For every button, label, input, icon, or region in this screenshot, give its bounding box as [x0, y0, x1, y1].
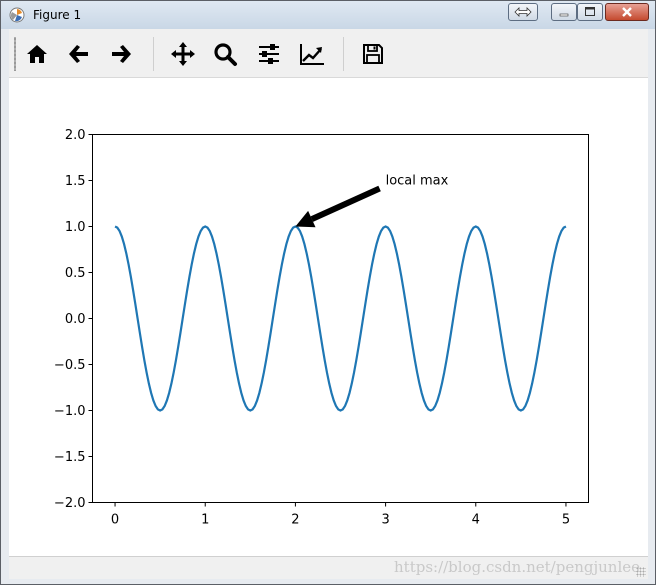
restore-size-button[interactable] — [508, 3, 538, 21]
axes-frame — [92, 134, 589, 503]
sliders-icon — [259, 44, 279, 64]
minimize-icon — [559, 13, 569, 17]
home-icon — [27, 45, 47, 63]
close-button[interactable] — [605, 3, 649, 21]
toolbar-separator — [153, 37, 154, 71]
figure-window: Figure 1 2.0 1.5 1.0 0.5 0.0 −0.5 −1.0 −… — [0, 0, 656, 585]
minimize-button[interactable] — [551, 3, 577, 21]
double-arrow-icon — [514, 7, 532, 17]
y-tick-label: 1.0 — [65, 220, 86, 235]
toolbar-grip[interactable] — [14, 37, 16, 71]
maximize-icon — [585, 7, 595, 16]
pan-button[interactable] — [168, 39, 198, 69]
watermark-text: https://blog.csdn.net/pengjunlee — [394, 558, 640, 576]
y-tick-label: −2.0 — [54, 496, 86, 511]
line-chart-icon — [300, 44, 324, 65]
y-tick-label: 0.5 — [65, 266, 86, 281]
figure-content: 2.0 1.5 1.0 0.5 0.0 −0.5 −1.0 −1.5 −2.0 0 1 2 3 4 5 l… — [9, 29, 648, 579]
y-tick-label: 2.0 — [65, 128, 86, 143]
maximize-button[interactable] — [577, 3, 603, 21]
x-tick-label: 1 — [201, 513, 209, 528]
app-icon — [9, 7, 25, 23]
zoom-button[interactable] — [210, 39, 240, 69]
annotation-text: local max — [386, 174, 449, 189]
y-tick-label: 0.0 — [65, 312, 86, 327]
forward-button[interactable] — [106, 39, 136, 69]
y-tick-label: −0.5 — [54, 358, 86, 373]
y-tick-label: 1.5 — [65, 174, 86, 189]
x-tick-label: 3 — [381, 513, 389, 528]
magnifier-icon — [214, 43, 237, 66]
status-bar: https://blog.csdn.net/pengjunlee — [9, 556, 648, 579]
cosine-plot[interactable]: 2.0 1.5 1.0 0.5 0.0 −0.5 −1.0 −1.5 −2.0 0 1 2 3 4 5 l… — [9, 78, 648, 556]
resize-grip[interactable] — [636, 567, 646, 577]
toolbar-separator — [343, 37, 344, 71]
home-button[interactable] — [22, 39, 52, 69]
close-icon — [622, 7, 632, 17]
figure-canvas[interactable]: 2.0 1.5 1.0 0.5 0.0 −0.5 −1.0 −1.5 −2.0 0 1 2 3 4 5 l… — [9, 78, 648, 556]
title-bar[interactable]: Figure 1 — [1, 1, 655, 29]
y-tick-label: −1.0 — [54, 404, 86, 419]
floppy-disk-icon — [363, 44, 383, 64]
navigation-toolbar — [9, 29, 648, 78]
y-tick-label: −1.5 — [54, 450, 86, 465]
arrow-left-icon — [69, 45, 88, 63]
subplots-button[interactable] — [254, 39, 284, 69]
edit-axes-button[interactable] — [297, 39, 327, 69]
window-title: Figure 1 — [33, 8, 82, 22]
x-tick-label: 0 — [111, 513, 119, 528]
move-icon — [171, 42, 195, 66]
x-tick-label: 4 — [472, 513, 480, 528]
x-tick-label: 2 — [291, 513, 299, 528]
x-axis: 0 1 2 3 4 5 — [111, 502, 570, 528]
y-axis: 2.0 1.5 1.0 0.5 0.0 −0.5 −1.0 −1.5 −2.0 — [54, 128, 93, 511]
back-button[interactable] — [64, 39, 94, 69]
arrow-right-icon — [112, 45, 131, 63]
save-button[interactable] — [358, 39, 388, 69]
x-tick-label: 5 — [562, 513, 570, 528]
